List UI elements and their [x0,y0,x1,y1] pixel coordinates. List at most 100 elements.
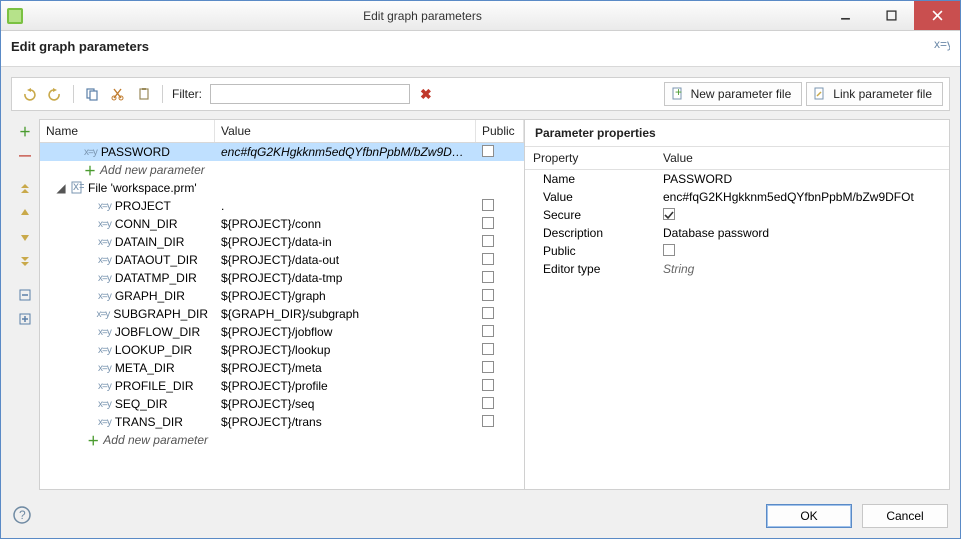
help-icon[interactable]: ? [13,506,31,527]
new-parameter-file-button[interactable]: + New parameter file [664,82,803,106]
prop-key: Description [525,225,655,241]
svg-text:x=y: x=y [73,181,84,193]
clear-filter-icon[interactable]: ✖ [420,86,432,103]
minimize-button[interactable] [822,1,868,30]
table-row[interactable]: x=ySUBGRAPH_DIR ${GRAPH_DIR}/subgraph [40,305,524,323]
param-name: CONN_DIR [115,217,178,231]
checkbox[interactable] [663,208,675,220]
col-value: Value [655,147,949,169]
prop-value: String [663,262,694,276]
checkbox[interactable] [482,217,494,229]
checkbox[interactable] [482,253,494,265]
param-value: ${PROJECT}/data-tmp [215,270,476,286]
checkbox[interactable] [482,379,494,391]
move-up-button[interactable] [15,203,35,223]
param-name: JOBFLOW_DIR [115,325,200,339]
parameter-icon: x=y [84,147,97,158]
table-row[interactable]: x=yTRANS_DIR ${PROJECT}/trans [40,413,524,431]
add-parameter-row[interactable]: ＋Add new parameter [40,431,524,449]
checkbox[interactable] [482,307,494,319]
col-public[interactable]: Public [476,120,524,142]
add-row-button[interactable]: ＋ [15,121,35,141]
checkbox[interactable] [482,415,494,427]
property-row[interactable]: Public [525,242,949,260]
ok-button[interactable]: OK [766,504,852,528]
param-value: ${PROJECT}/meta [215,360,476,376]
move-bottom-button[interactable] [15,251,35,271]
minus-icon: — [19,148,31,162]
checkbox[interactable] [663,244,675,256]
window-title: Edit graph parameters [23,9,822,23]
col-value[interactable]: Value [215,120,476,142]
table-row[interactable]: x=yDATAIN_DIR ${PROJECT}/data-in [40,233,524,251]
prop-key: Editor type [525,261,655,277]
param-value: ${PROJECT}/trans [215,414,476,430]
undo-button[interactable] [18,83,40,105]
param-value: enc#fqG2KHgkknm5edQYfbnPpbM/bZw9DFOt [215,144,476,160]
property-row[interactable]: Description Database password [525,224,949,242]
table-row[interactable]: x=ySEQ_DIR ${PROJECT}/seq [40,395,524,413]
col-property: Property [525,147,655,169]
checkbox[interactable] [482,145,494,157]
toolbar-separator [73,85,74,103]
checkbox[interactable] [482,235,494,247]
checkbox[interactable] [482,325,494,337]
paste-button[interactable] [133,83,155,105]
table-row[interactable]: x=yLOOKUP_DIR ${PROJECT}/lookup [40,341,524,359]
property-row[interactable]: Name PASSWORD [525,170,949,188]
table-row[interactable]: x=yDATAOUT_DIR ${PROJECT}/data-out [40,251,524,269]
parameter-icon: x=y [98,255,111,266]
file-link-icon [813,87,827,101]
table-row[interactable]: x=yMETA_DIR ${PROJECT}/meta [40,359,524,377]
prop-key: Value [525,189,655,205]
checkbox[interactable] [482,271,494,283]
table-row[interactable]: x=y CONN_DIR ${PROJECT}/conn [40,215,524,233]
prop-value: enc#fqG2KHgkknm5edQYfbnPpbM/bZw9DFOt [663,190,914,204]
collapse-toggle-icon[interactable]: ◢ [56,181,66,195]
checkbox[interactable] [482,289,494,301]
dialog-window: Edit graph parameters Edit graph paramet… [0,0,961,539]
window-controls [822,1,960,30]
table-row[interactable]: x=yPASSWORD enc#fqG2KHgkknm5edQYfbnPpbM/… [40,143,524,161]
redo-button[interactable] [44,83,66,105]
cut-button[interactable] [107,83,129,105]
parameter-icon: x=y [98,219,111,230]
param-value: ${PROJECT}/conn [215,216,476,232]
table-row[interactable]: x=yDATATMP_DIR ${PROJECT}/data-tmp [40,269,524,287]
table-row[interactable]: x=yPROFILE_DIR ${PROJECT}/profile [40,377,524,395]
table-row[interactable]: x=yGRAPH_DIR ${PROJECT}/graph [40,287,524,305]
checkbox[interactable] [482,397,494,409]
remove-row-button[interactable]: — [15,145,35,165]
move-top-button[interactable] [15,179,35,199]
link-parameter-file-button[interactable]: Link parameter file [806,82,943,106]
dialog-title: Edit graph parameters [11,39,934,54]
table-row[interactable]: x=yJOBFLOW_DIR ${PROJECT}/jobflow [40,323,524,341]
param-name: LOOKUP_DIR [115,343,192,357]
expand-all-button[interactable] [15,309,35,329]
filter-input[interactable] [210,84,410,104]
file-group-row[interactable]: ◢ x=y File 'workspace.prm' [40,179,524,197]
param-value: ${PROJECT}/lookup [215,342,476,358]
file-icon: x=y [70,181,84,195]
maximize-button[interactable] [868,1,914,30]
property-row[interactable]: Editor type String [525,260,949,278]
property-row[interactable]: Value enc#fqG2KHgkknm5edQYfbnPpbM/bZw9DF… [525,188,949,206]
property-row[interactable]: Secure [525,206,949,224]
move-down-button[interactable] [15,227,35,247]
table-row[interactable]: x=yPROJECT . [40,197,524,215]
checkbox[interactable] [482,199,494,211]
close-button[interactable] [914,1,960,30]
add-parameter-row[interactable]: ＋Add new parameter [40,161,524,179]
grid-body[interactable]: x=yPASSWORD enc#fqG2KHgkknm5edQYfbnPpbM/… [40,143,524,489]
properties-body[interactable]: Name PASSWORD Value enc#fqG2KHgkknm5edQY… [525,170,949,489]
checkbox[interactable] [482,343,494,355]
param-name: DATAIN_DIR [115,235,185,249]
copy-button[interactable] [81,83,103,105]
toolbar-separator [162,85,163,103]
cancel-button[interactable]: Cancel [862,504,948,528]
col-name[interactable]: Name [40,120,215,142]
collapse-all-button[interactable] [15,285,35,305]
parameter-grid: Name Value Public x=yPASSWORD enc#fqG2KH… [40,120,525,489]
checkbox[interactable] [482,361,494,373]
param-value: ${PROJECT}/seq [215,396,476,412]
